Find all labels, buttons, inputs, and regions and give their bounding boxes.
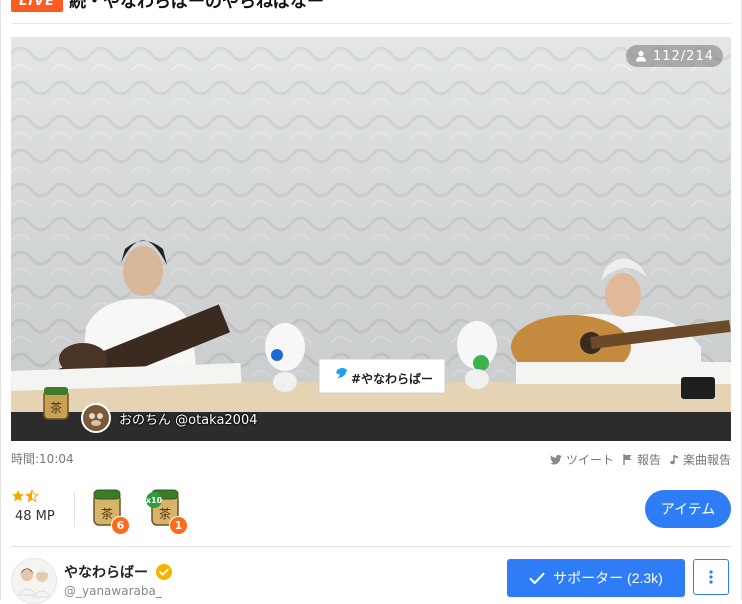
channel-name-row: やなわらばー: [64, 562, 172, 582]
channel-name[interactable]: やなわらばー: [64, 562, 148, 582]
star-half-icon: [25, 489, 39, 503]
gift-caption: おのちん @otaka2004: [81, 403, 258, 433]
caption-text: おのちん @otaka2004: [119, 412, 258, 428]
star-full-icon: [12, 490, 24, 502]
viewer-count: 112/214: [625, 45, 723, 67]
page: LIVE 続・やなわらばーのやらねばなー #やなわらばー 112/214 茶 お…: [0, 0, 742, 604]
kebab-menu-icon: [709, 570, 713, 584]
check-icon: [529, 572, 545, 584]
channel-avatar[interactable]: [11, 558, 57, 604]
person-icon: [635, 50, 646, 62]
stream-title: 続・やなわらばーのやらねばなー: [69, 0, 325, 12]
item-count-badge: 1: [169, 516, 188, 535]
tweet-label: ツイート: [565, 453, 614, 467]
music-report-label: 楽曲報告: [682, 453, 731, 467]
report-link[interactable]: 報告: [623, 451, 661, 468]
divider: [11, 23, 731, 24]
tea-item-icon: 茶: [41, 383, 71, 425]
more-options-button[interactable]: [693, 559, 729, 595]
video-frame: #やなわらばー: [11, 37, 731, 441]
live-badge: LIVE: [11, 0, 64, 12]
mp-value: 48 MP: [15, 509, 55, 524]
svg-text:茶: 茶: [101, 506, 113, 521]
divider: [11, 546, 731, 547]
action-links: ツイート 報告 楽曲報告: [541, 451, 731, 468]
title-row: LIVE 続・やなわらばーのやらねばなー: [11, 0, 324, 13]
video-player[interactable]: #やなわらばー 112/214 茶 おのちん @otaka2004: [11, 37, 731, 441]
stars: [11, 489, 55, 503]
channel-handle: @_yanawaraba_: [64, 584, 162, 598]
item-count-badge: 6: [111, 516, 130, 535]
report-label: 報告: [636, 453, 661, 467]
verified-check-icon: [156, 564, 172, 580]
banner-text: #やなわらばー: [351, 371, 433, 386]
svg-text:茶: 茶: [159, 506, 171, 521]
music-note-icon: [670, 455, 678, 465]
music-report-link[interactable]: 楽曲報告: [670, 451, 731, 468]
supporter-label: サポーター (2.3k): [553, 570, 663, 586]
tea-item[interactable]: 茶 6: [92, 487, 130, 535]
twitter-icon: [549, 454, 562, 464]
item-button[interactable]: アイテム: [645, 490, 731, 528]
multiplier-badge: x10: [146, 492, 162, 508]
tea10-item[interactable]: 茶 x10 1: [146, 487, 188, 535]
svg-text:茶: 茶: [50, 400, 62, 415]
elapsed-time: 時間:10:04: [11, 452, 74, 466]
tweet-link[interactable]: ツイート: [549, 451, 614, 468]
mp-rating: 48 MP: [11, 489, 55, 524]
flag-icon: [623, 454, 632, 465]
supporter-button[interactable]: サポーター (2.3k): [507, 559, 685, 597]
user-avatar: [81, 403, 111, 433]
viewer-count-text: 112/214: [652, 48, 714, 64]
divider: [74, 491, 75, 527]
left-border: [0, 0, 1, 600]
